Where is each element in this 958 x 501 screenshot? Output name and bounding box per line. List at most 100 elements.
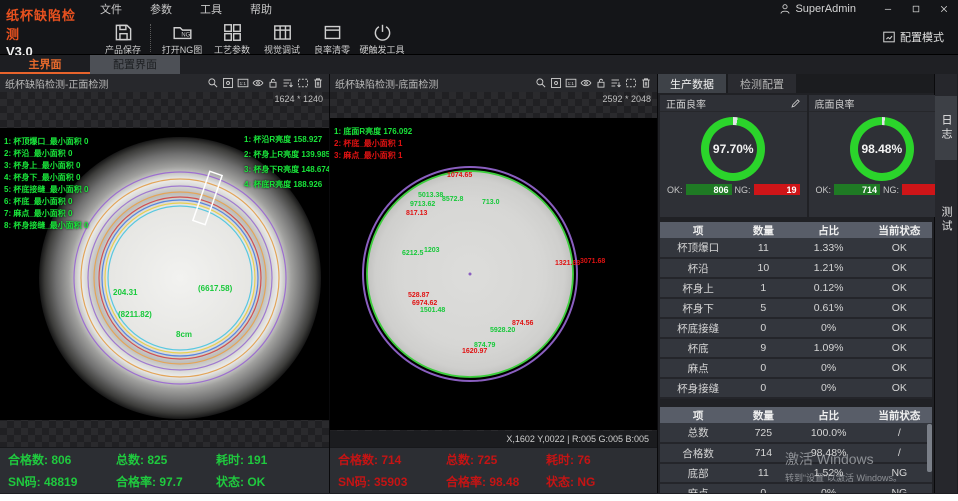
close-button[interactable] <box>930 0 958 18</box>
front-yield-title: 正面良率 <box>666 96 706 111</box>
front-measure-labels: 204.31 (6617.58) (8211.82) 8cm <box>0 92 329 447</box>
app-title: 纸杯缺陷检测 <box>6 5 88 43</box>
tab-log[interactable]: 日志 <box>935 96 957 160</box>
image-label: 1321.68 <box>555 260 580 267</box>
delete-icon[interactable] <box>312 77 324 89</box>
app-logo: 纸杯缺陷检测 V3.0 <box>0 0 88 54</box>
ng-count-chip: 19 <box>754 184 800 195</box>
table-row: 麻点00%NG <box>660 483 932 493</box>
front-yield-value: 97.70% <box>701 117 765 181</box>
image-label: 8cm <box>176 330 192 339</box>
table-row: 底部111.52%NG <box>660 463 932 483</box>
list-item: 合格数: 714 <box>338 451 446 468</box>
delete-icon[interactable] <box>640 77 652 89</box>
edit-icon[interactable] <box>790 98 801 109</box>
front-yield-donut: 97.70% <box>701 117 765 181</box>
side-tab-strip: 日志 测试 <box>935 74 957 493</box>
image-label: 713.0 <box>482 199 500 206</box>
table-row: 总数725100.0%/ <box>660 423 932 443</box>
fit-icon[interactable] <box>550 77 562 89</box>
tab-main-interface[interactable]: 主界面 <box>0 55 90 74</box>
ok-label: OK: <box>667 185 683 195</box>
hard-trigger-button[interactable]: 硬触发工具 <box>357 21 407 56</box>
image-label: 3071.68 <box>580 258 605 265</box>
image-label: 1501.48 <box>420 307 445 314</box>
close-icon <box>939 4 949 14</box>
menu-params[interactable]: 参数 <box>150 1 172 17</box>
layers-icon[interactable] <box>610 77 622 89</box>
production-tabbar: 生产数据 检测配置 <box>658 74 934 93</box>
minimize-button[interactable] <box>874 0 902 18</box>
column-header: 占比 <box>791 222 867 238</box>
fit-icon[interactable] <box>222 77 234 89</box>
product-save-button[interactable]: 产品保存 <box>98 21 148 56</box>
bottom-yield-value: 98.48% <box>850 117 914 181</box>
vision-debug-icon <box>273 23 292 42</box>
tab-config-interface[interactable]: 配置界面 <box>90 55 180 74</box>
layers-icon[interactable] <box>282 77 294 89</box>
eye-icon[interactable] <box>580 77 592 89</box>
tab-detection-config[interactable]: 检测配置 <box>728 74 796 93</box>
marquee-icon[interactable] <box>625 77 637 89</box>
list-item: 合格数: 806 <box>8 451 116 468</box>
vision-debug-button[interactable]: 视觉调试 <box>257 21 307 56</box>
menu-file[interactable]: 文件 <box>100 1 122 17</box>
one-to-one-icon[interactable] <box>237 77 249 89</box>
table-row: 杯身上10.12%OK <box>660 278 932 298</box>
image-label: 6974.62 <box>412 300 437 307</box>
menu-tools[interactable]: 工具 <box>200 1 222 17</box>
ng-label: NG: <box>735 185 751 195</box>
zoom-icon[interactable] <box>535 77 547 89</box>
lock-icon[interactable] <box>595 77 607 89</box>
bottom-image-view[interactable]: 2592 * 2048 1: 底面R亮度 1 <box>330 92 657 447</box>
column-header: 项 <box>660 222 736 238</box>
main-tabbar: 主界面 配置界面 <box>0 55 958 74</box>
app-window: 纸杯缺陷检测 V3.0 文件 参数 工具 帮助 SuperAdmin <box>0 0 958 494</box>
tab-test[interactable]: 测试 <box>935 188 957 252</box>
list-item: 合格率: 97.7 <box>116 473 216 490</box>
list-item: 合格率: 98.48 <box>446 473 546 490</box>
image-label: 5013.38 <box>418 192 443 199</box>
table-row: 杯身接缝00%OK <box>660 378 932 398</box>
image-label: 204.31 <box>113 288 137 297</box>
list-item: 耗时: 76 <box>546 451 649 468</box>
ok-count-chip: 806 <box>686 184 732 195</box>
image-label: (6617.58) <box>198 284 232 293</box>
table-row: 杯沿101.21%OK <box>660 258 932 278</box>
column-header: 数量 <box>736 407 790 423</box>
zoom-icon[interactable] <box>207 77 219 89</box>
title-toolbar-area: 纸杯缺陷检测 V3.0 文件 参数 工具 帮助 SuperAdmin <box>0 0 958 55</box>
menu-help[interactable]: 帮助 <box>250 1 272 17</box>
production-panel: 生产数据 检测配置 正面良率 97.70% OK: 806 NG: <box>658 74 935 493</box>
tab-production-data[interactable]: 生产数据 <box>658 74 726 93</box>
eye-icon[interactable] <box>252 77 264 89</box>
table-row: 杯身下50.61%OK <box>660 298 932 318</box>
yield-reset-button[interactable]: 良率清零 <box>307 21 357 56</box>
one-to-one-icon[interactable] <box>565 77 577 89</box>
process-params-button[interactable]: 工艺参数 <box>207 21 257 56</box>
image-label: 817.13 <box>406 210 427 217</box>
bottom-yield-title: 底面良率 <box>815 96 855 111</box>
image-label: 1203 <box>424 247 440 254</box>
column-header: 当前状态 <box>867 222 932 238</box>
scrollbar[interactable] <box>927 424 932 472</box>
image-label: 1074.65 <box>447 172 472 179</box>
bottom-panel-title: 纸杯缺陷检测-底面检测 <box>335 76 438 91</box>
table-row: 杯底接缝00%OK <box>660 318 932 338</box>
front-stats-bar: 合格数: 806总数: 825耗时: 191SN码: 48819合格率: 97.… <box>0 447 329 493</box>
marquee-icon[interactable] <box>297 77 309 89</box>
maximize-button[interactable] <box>902 0 930 18</box>
lock-icon[interactable] <box>267 77 279 89</box>
open-ng-image-button[interactable]: 打开NG图 <box>157 21 207 56</box>
config-mode-button[interactable]: 配置模式 <box>882 29 944 45</box>
bottom-inspection-panel: 纸杯缺陷检测-底面检测 2592 * 2048 <box>330 74 658 493</box>
yield-reset-icon <box>323 23 342 42</box>
open-ng-icon <box>173 23 192 42</box>
image-label: 1620.97 <box>462 348 487 355</box>
bottom-yield-card: 底面良率 98.48% OK: 714 NG: 11 <box>809 95 956 217</box>
image-label: (8211.82) <box>118 310 152 319</box>
user-account[interactable]: SuperAdmin <box>779 3 856 15</box>
save-icon <box>114 23 133 42</box>
bottom-resolution: 2592 * 2048 <box>602 94 651 104</box>
front-image-view[interactable]: 1624 * 1240 <box>0 92 329 447</box>
